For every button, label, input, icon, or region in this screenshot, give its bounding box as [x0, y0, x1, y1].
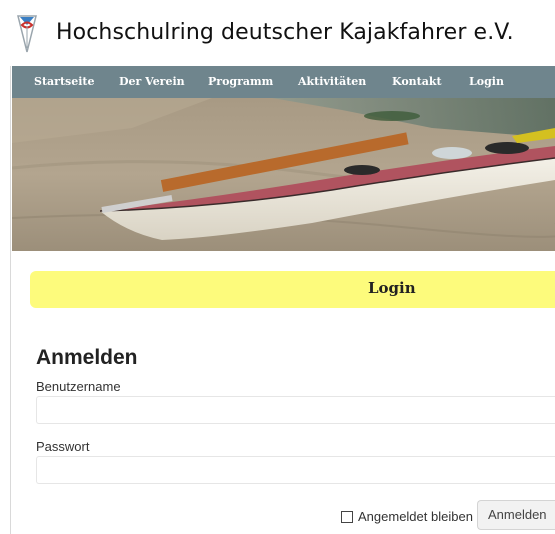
password-input[interactable] — [36, 456, 555, 484]
remember-me-checkbox[interactable] — [341, 510, 353, 523]
username-input[interactable] — [36, 396, 555, 424]
site-title[interactable]: Hochschulring deutscher Kajakfahrer e.V. — [56, 20, 514, 45]
hero-image-kayak-on-beach — [12, 98, 555, 251]
nav-item-login[interactable]: Login — [469, 66, 504, 98]
nav-item-der-verein[interactable]: Der Verein — [119, 66, 185, 98]
logo-icon[interactable] — [16, 12, 38, 54]
remember-me-option[interactable]: Angemeldet bleiben — [341, 509, 473, 524]
username-label: Benutzername — [36, 379, 121, 394]
site-header: Hochschulring deutscher Kajakfahrer e.V. — [0, 0, 555, 66]
remember-me-label: Angemeldet bleiben — [358, 509, 473, 524]
login-heading: Anmelden — [36, 346, 138, 369]
password-label: Passwort — [36, 439, 90, 454]
nav-item-aktivitaeten[interactable]: Aktivitäten — [298, 66, 366, 98]
page-title-banner: Login — [30, 271, 555, 308]
content-left-border — [10, 64, 11, 534]
login-submit-button[interactable]: Anmelden — [477, 500, 555, 530]
page-title: Login — [368, 279, 416, 297]
main-navigation: Startseite Der Verein Programm Aktivität… — [12, 66, 555, 98]
nav-item-programm[interactable]: Programm — [208, 66, 273, 98]
nav-item-kontakt[interactable]: Kontakt — [392, 66, 442, 98]
nav-item-startseite[interactable]: Startseite — [34, 66, 94, 98]
